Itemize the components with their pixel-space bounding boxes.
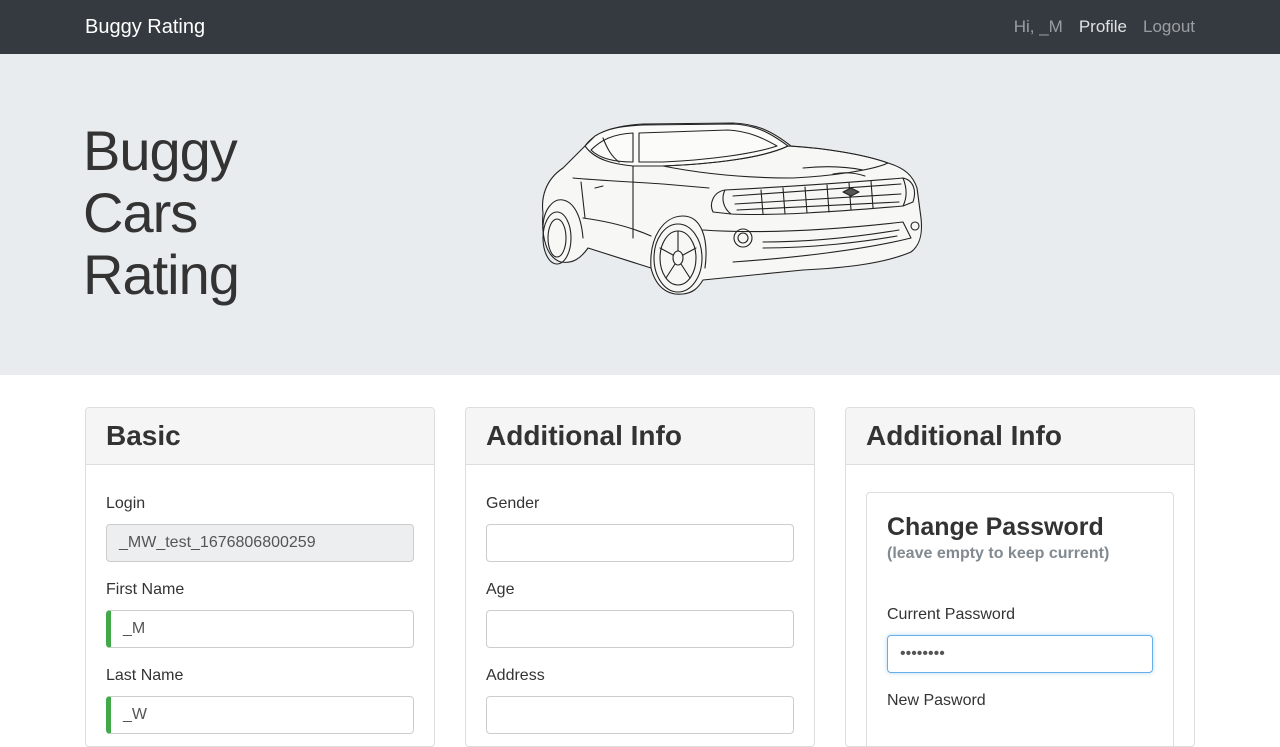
address-input[interactable]: [486, 696, 794, 734]
new-password-label: New Pasword: [887, 692, 986, 709]
first-name-label: First Name: [106, 581, 185, 598]
age-field: Age: [486, 580, 794, 648]
logout-link[interactable]: Logout: [1143, 16, 1195, 38]
address-label: Address: [486, 667, 545, 684]
brand-link[interactable]: Buggy Rating: [85, 14, 205, 40]
age-label: Age: [486, 581, 515, 598]
password-card-header: Additional Info: [846, 408, 1194, 465]
hero-title-line: Cars: [83, 181, 198, 244]
current-password-input[interactable]: ••••••••: [887, 635, 1153, 673]
basic-card-header: Basic: [86, 408, 434, 465]
hero-title-line: Buggy: [83, 119, 238, 182]
hero-title: Buggy Cars Rating: [83, 119, 240, 306]
additional-info-card-header: Additional Info: [466, 408, 814, 465]
first-name-input[interactable]: _M: [106, 610, 414, 648]
last-name-label: Last Name: [106, 667, 184, 684]
change-password-hint: (leave empty to keep current): [887, 545, 1110, 562]
last-name-input[interactable]: _W: [106, 696, 414, 734]
age-input[interactable]: [486, 610, 794, 648]
current-password-label: Current Password: [887, 606, 1016, 623]
new-password-field: New Pasword: [887, 691, 1153, 721]
login-field: Login _MW_test_1676806800259: [106, 494, 414, 562]
navbar: Buggy Rating Hi, _M Profile Logout: [0, 0, 1280, 54]
password-card-title: Additional Info: [866, 420, 1062, 451]
password-card: Additional Info Change Password (leave e…: [845, 407, 1195, 747]
basic-card: Basic Login _MW_test_1676806800259 First…: [85, 407, 435, 747]
additional-info-card: Additional Info Gender Age Address: [465, 407, 815, 747]
change-password-panel: Change Password (leave empty to keep cur…: [866, 492, 1174, 746]
car-illustration: [541, 122, 923, 295]
basic-card-title: Basic: [106, 420, 181, 451]
current-password-field: Current Password ••••••••: [887, 605, 1153, 673]
hero-banner: Buggy Cars Rating: [0, 54, 1280, 375]
gender-label: Gender: [486, 495, 540, 512]
gender-input[interactable]: [486, 524, 794, 562]
profile-link[interactable]: Profile: [1079, 16, 1127, 38]
user-greeting: Hi, _M: [1013, 17, 1063, 36]
change-password-title: Change Password: [887, 513, 1104, 541]
login-input: _MW_test_1676806800259: [106, 524, 414, 562]
navbar-right: Hi, _M Profile Logout: [1014, 16, 1195, 38]
gender-field: Gender: [486, 494, 794, 562]
last-name-field: Last Name _W: [106, 666, 414, 734]
additional-info-card-title: Additional Info: [486, 420, 682, 451]
hero-title-line: Rating: [83, 243, 240, 306]
first-name-field: First Name _M: [106, 580, 414, 648]
login-label: Login: [106, 495, 146, 512]
address-field: Address: [486, 666, 794, 734]
